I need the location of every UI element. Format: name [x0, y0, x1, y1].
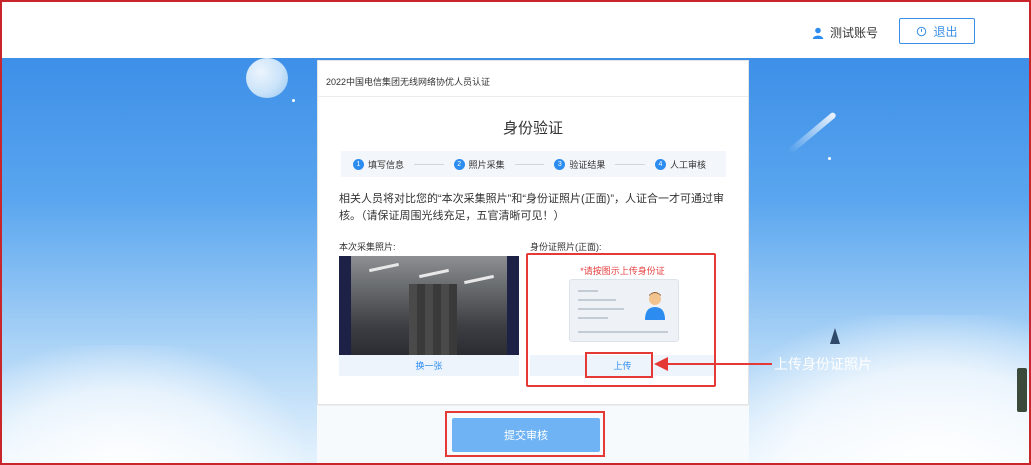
username-label: 测试账号 — [830, 26, 879, 40]
star-decoration — [828, 157, 831, 160]
ceiling-light — [369, 262, 399, 273]
annotation-label: 上传身份证照片 — [774, 356, 872, 372]
step-label: 照片采集 — [468, 159, 505, 170]
step-photo-capture: 2 照片采集 — [453, 158, 505, 171]
capture-photo-panel: 换一张 — [339, 256, 519, 376]
power-icon — [917, 26, 927, 36]
moon-decoration — [246, 58, 288, 98]
id-photo-label: 身份证照片(正面): — [530, 242, 602, 252]
star-decoration — [292, 99, 295, 102]
step-manual-review: 4 人工审核 — [654, 158, 706, 171]
rocket-decoration — [830, 328, 840, 344]
instruction-text: 相关人员将对比您的“本次采集照片”和“身份证照片(正面)”，人证合一才可通过审核… — [339, 193, 724, 222]
photo-border — [339, 256, 351, 355]
annotation-arrow-icon — [654, 357, 668, 371]
retake-photo-button[interactable]: 换一张 — [339, 355, 519, 376]
page-frame: 测试账号 退出 2022中国电信集团无线网络协优人员认证 身份验证 1 填写信息 — [0, 0, 1031, 465]
step-number: 1 — [353, 158, 364, 170]
photo-border — [507, 256, 519, 355]
step-label: 填写信息 — [368, 159, 405, 170]
step-verify-result: 3 验证结果 — [554, 158, 605, 171]
step-number: 3 — [554, 158, 566, 170]
ceiling-light — [464, 274, 494, 285]
step-label: 验证结果 — [569, 159, 606, 170]
step-connector — [414, 163, 444, 165]
page-title: 身份验证 — [502, 120, 563, 137]
annotation-box-submit — [445, 411, 605, 457]
divider — [318, 405, 748, 406]
step-fill-info: 1 填写信息 — [353, 158, 404, 171]
capture-photo-label: 本次采集照片: — [339, 242, 396, 252]
step-number: 4 — [654, 158, 666, 170]
step-number: 2 — [453, 158, 465, 170]
pixelated-face — [409, 284, 457, 355]
step-connector — [514, 163, 545, 165]
progress-steps: 1 填写信息 2 照片采集 3 验证结果 4 人工审核 — [341, 151, 726, 177]
step-connector — [615, 163, 645, 165]
annotation-arrow-line — [664, 363, 772, 365]
ceiling-light — [419, 268, 449, 279]
captured-photo — [339, 256, 519, 355]
annotation-box-upload — [585, 352, 653, 378]
side-tab[interactable] — [1017, 368, 1027, 412]
user-icon — [812, 27, 824, 39]
logout-button[interactable]: 退出 — [899, 18, 975, 44]
user-info: 测试账号 — [812, 24, 878, 41]
step-label: 人工审核 — [669, 159, 706, 170]
top-header: 测试账号 退出 — [2, 2, 1029, 58]
cloud-decoration — [709, 315, 1029, 463]
breadcrumb: 2022中国电信集团无线网络协优人员认证 — [318, 61, 748, 97]
logout-label: 退出 — [933, 24, 958, 39]
cloud-decoration — [2, 345, 302, 463]
